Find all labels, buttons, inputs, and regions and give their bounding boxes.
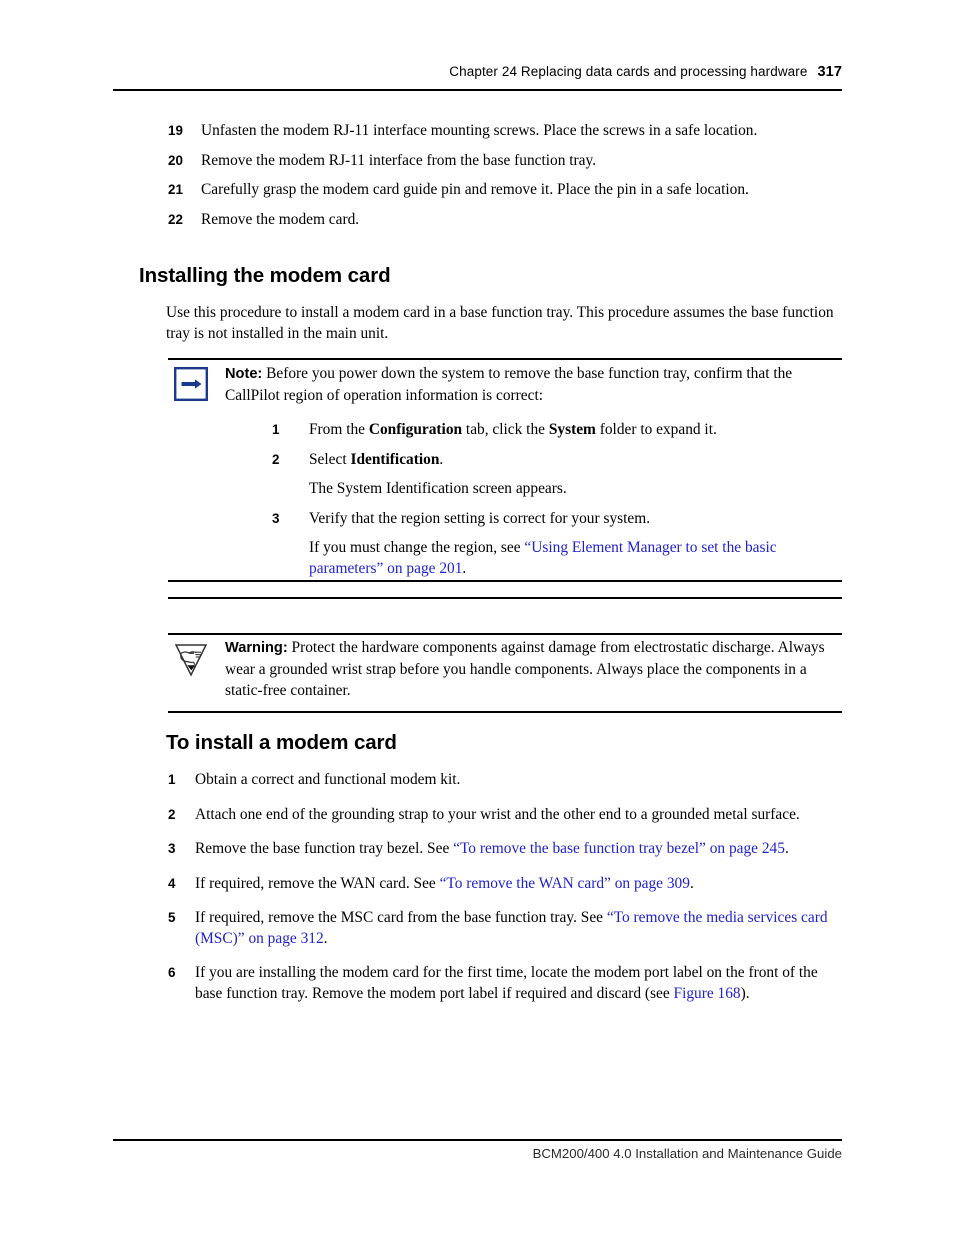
list-item: 19 Unfasten the modem RJ-11 interface mo… [168, 121, 843, 142]
step-number: 1 [168, 772, 176, 787]
step-text-post: ). [740, 984, 750, 1002]
note-admonition: Note: Before you power down the system t… [168, 363, 842, 588]
substep-bold-configuration: Configuration [368, 421, 463, 438]
substep-number: 3 [272, 510, 280, 526]
substep-text-mid: tab, click the [462, 421, 549, 438]
running-header: Chapter 24 Replacing data cards and proc… [113, 64, 842, 80]
step-text: Obtain a correct and functional modem ki… [195, 771, 460, 788]
esd-warning-icon [174, 641, 208, 677]
list-item: 1 From the Configuration tab, click the … [272, 420, 842, 441]
substep-text-pre: From the [309, 421, 369, 438]
note-text: Before you power down the system to remo… [225, 365, 793, 404]
substep-text-post: . [439, 450, 444, 468]
list-item: 4 If required, remove the WAN card. See … [168, 874, 843, 895]
note-divider-top [168, 358, 842, 360]
list-item: 3 Verify that the region setting is corr… [272, 509, 842, 530]
warning-text: Protect the hardware components against … [225, 639, 825, 699]
substep-result-text: The System Identification screen appears… [309, 480, 567, 497]
warning-admonition: Warning: Protect the hardware components… [168, 637, 842, 701]
section-heading-to-install: To install a modem card [166, 731, 397, 754]
substep-text: From the Configuration tab, click the Sy… [309, 421, 717, 438]
step-number: 19 [168, 123, 183, 138]
step-text: If required, remove the MSC card from th… [195, 909, 828, 947]
substep-text-pre: Select [309, 450, 351, 468]
note-body: Note: Before you power down the system t… [225, 363, 842, 579]
warning-divider-top [168, 633, 842, 635]
step-text: Remove the modem card. [201, 210, 360, 228]
step-number: 5 [168, 910, 176, 925]
step-number: 20 [168, 152, 183, 168]
list-item: 1 Obtain a correct and functional modem … [168, 770, 843, 791]
step-text: Remove the base function tray bezel. See… [195, 840, 789, 857]
substep-bold-system: System [548, 421, 596, 438]
note-arrow-icon [174, 367, 209, 402]
list-item: 2 Select Identification. [272, 450, 842, 471]
step-text-post: . [784, 840, 789, 857]
list-item: 20 Remove the modem RJ-11 interface from… [168, 151, 843, 172]
region-note-pre: If you must change the region, see [309, 539, 525, 556]
list-item: 2 Attach one end of the grounding strap … [168, 805, 843, 826]
step-text-pre: If required, remove the WAN card. See [195, 874, 440, 892]
substep-bold-identification: Identification [350, 450, 440, 468]
substep-number: 2 [272, 451, 280, 467]
note-label: Note: [225, 366, 263, 382]
step-text: Carefully grasp the modem card guide pin… [201, 181, 749, 198]
step-number: 3 [168, 841, 176, 856]
warning-body: Warning: Protect the hardware components… [225, 637, 842, 701]
list-item: 5 If required, remove the MSC card from … [168, 908, 843, 949]
list-item: 22 Remove the modem card. [168, 210, 843, 231]
list-item: 21 Carefully grasp the modem card guide … [168, 180, 843, 201]
step-text-pre: Remove the base function tray bezel. See [195, 840, 454, 857]
step-text-pre: If required, remove the MSC card from th… [195, 909, 607, 926]
step-text-pre: Attach one end of the grounding strap to… [195, 805, 800, 823]
section-intro-paragraph: Use this procedure to install a modem ca… [166, 304, 834, 342]
step-text-post: . [323, 929, 328, 947]
step-number: 4 [168, 875, 176, 891]
step-text: If required, remove the WAN card. See “T… [195, 875, 694, 892]
step-number: 21 [168, 182, 183, 197]
substep-region-note: If you must change the region, see “Usin… [309, 538, 842, 579]
step-text-pre: Obtain a correct and functional modem ki… [195, 771, 461, 788]
step-text-post: . [689, 874, 694, 892]
warning-divider-bottom [168, 711, 842, 713]
substep-text-post: folder to expand it. [595, 421, 717, 438]
footer-guide-title: BCM200/400 4.0 Installation and Maintena… [532, 1146, 842, 1161]
xref-link-bezel[interactable]: “To remove the base function tray bezel”… [453, 840, 785, 857]
note-divider-bottom [168, 580, 842, 582]
xref-link-figure-168[interactable]: Figure 168 [674, 985, 741, 1002]
warning-label: Warning: [225, 640, 288, 656]
section-divider-gap [168, 597, 842, 599]
step-text: Unfasten the modem RJ-11 interface mount… [201, 122, 758, 139]
header-page-number: 317 [817, 64, 842, 80]
section-heading-installing: Installing the modem card [139, 264, 391, 287]
list-item: 3 Remove the base function tray bezel. S… [168, 839, 843, 860]
header-chapter-title: Chapter 24 Replacing data cards and proc… [449, 64, 808, 79]
substep-text: Select Identification. [309, 451, 443, 468]
step-text: Remove the modem RJ-11 interface from th… [201, 151, 597, 169]
xref-link-wan-card[interactable]: “To remove the WAN card” on page 309 [440, 875, 690, 892]
list-item: 6 If you are installing the modem card f… [168, 963, 843, 1004]
substep-number: 1 [272, 422, 280, 437]
top-step-list: 19 Unfasten the modem RJ-11 interface mo… [168, 121, 843, 239]
document-page: Chapter 24 Replacing data cards and proc… [0, 0, 954, 1235]
note-substep-list: 1 From the Configuration tab, click the … [272, 420, 842, 579]
step-number: 22 [168, 211, 183, 227]
substep-text: Verify that the region setting is correc… [309, 509, 651, 527]
region-note-post: . [462, 559, 467, 577]
header-divider [113, 89, 842, 91]
install-step-list: 1 Obtain a correct and functional modem … [168, 770, 843, 1018]
step-text: Attach one end of the grounding strap to… [195, 806, 800, 823]
step-text: If you are installing the modem card for… [195, 964, 818, 1002]
step-number: 2 [168, 806, 176, 822]
footer-divider [113, 1139, 842, 1141]
step-number: 6 [168, 965, 176, 980]
